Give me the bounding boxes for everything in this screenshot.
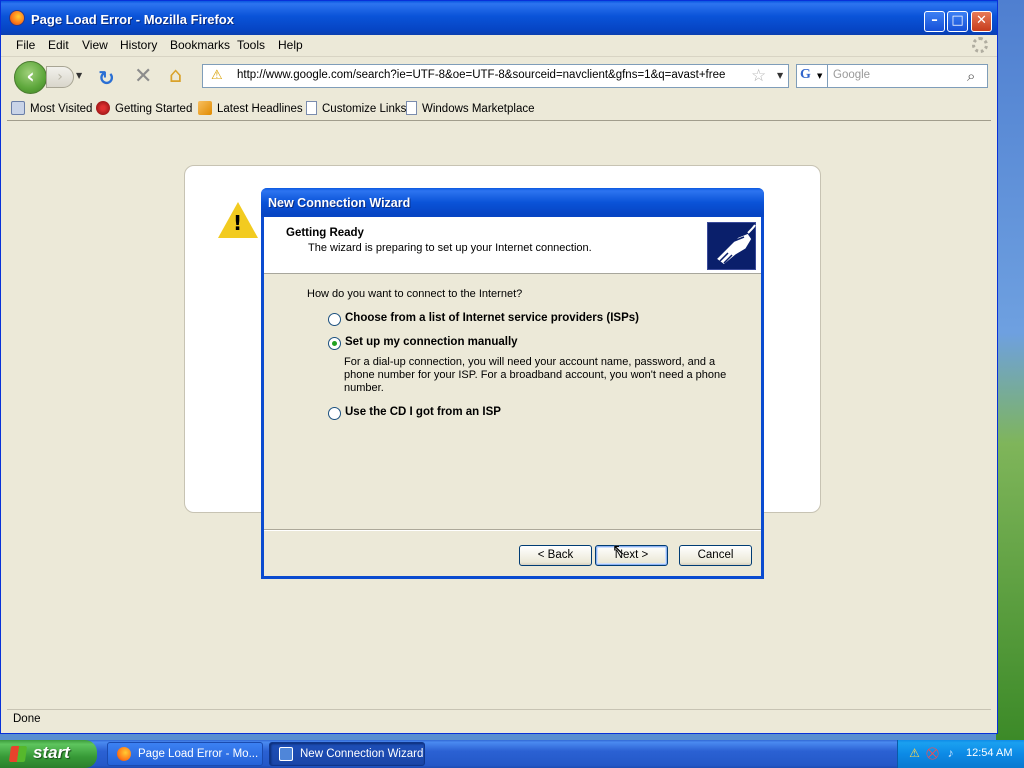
bookmark-label: Getting Started bbox=[115, 103, 193, 115]
wizard-icon bbox=[279, 747, 293, 761]
desktop-background bbox=[996, 0, 1024, 740]
new-connection-wizard-dialog: New Connection Wizard Getting Ready The … bbox=[261, 188, 764, 579]
bookmarks-toolbar: Most Visited Getting Started Latest Head… bbox=[1, 97, 997, 119]
bookmark-label: Most Visited bbox=[30, 103, 93, 115]
home-icon[interactable]: ⌂ bbox=[169, 63, 182, 87]
firefox-icon bbox=[117, 747, 131, 761]
bookmark-windows-marketplace[interactable]: Windows Marketplace bbox=[406, 101, 534, 115]
bookmark-latest-headlines[interactable]: Latest Headlines bbox=[198, 101, 303, 115]
menu-file[interactable]: File bbox=[16, 38, 35, 52]
page-icon bbox=[406, 101, 417, 115]
throbber-icon bbox=[972, 37, 988, 53]
option-label[interactable]: Set up my connection manually bbox=[345, 336, 518, 348]
star-icon[interactable]: ☆ bbox=[751, 66, 766, 86]
wizard-step-title: Getting Ready bbox=[286, 227, 364, 239]
bookmark-most-visited[interactable]: Most Visited bbox=[11, 101, 92, 115]
taskbar-wizard-button[interactable]: New Connection Wizard bbox=[269, 742, 425, 766]
search-input[interactable]: Google bbox=[827, 64, 988, 88]
manual-setup-description: For a dial-up connection, you will need … bbox=[344, 356, 727, 394]
navigation-toolbar: ‹ › ▼ ↻ ✕ ⌂ ⚠ http://www.google.com/sear… bbox=[1, 56, 997, 96]
menu-edit[interactable]: Edit bbox=[48, 38, 69, 52]
volume-icon[interactable]: ♪ bbox=[944, 746, 957, 760]
close-button[interactable]: ✕ bbox=[971, 11, 992, 32]
taskbar: start Page Load Error - Mo... New Connec… bbox=[0, 740, 1024, 768]
security-shield-icon[interactable]: ⛒ bbox=[926, 746, 939, 760]
radio-isp-cd[interactable] bbox=[328, 407, 341, 420]
url-bar[interactable]: ⚠ http://www.google.com/search?ie=UTF-8&… bbox=[202, 64, 789, 88]
status-text: Done bbox=[13, 713, 41, 725]
status-bar: Done bbox=[7, 709, 991, 729]
menu-view[interactable]: View bbox=[82, 38, 108, 52]
wizard-step-subtitle: The wizard is preparing to set up your I… bbox=[308, 242, 592, 254]
wizard-separator bbox=[264, 529, 761, 531]
firefox-logo-icon bbox=[9, 10, 25, 26]
url-text[interactable]: http://www.google.com/search?ie=UTF-8&oe… bbox=[237, 69, 725, 81]
menubar: File Edit View History Bookmarks Tools H… bbox=[1, 35, 997, 55]
folder-icon bbox=[11, 101, 25, 115]
rss-icon bbox=[198, 101, 212, 115]
task-label: New Connection Wizard bbox=[300, 748, 424, 760]
menu-help[interactable]: Help bbox=[278, 38, 303, 52]
site-warning-icon: ⚠ bbox=[211, 68, 223, 83]
firefox-bookmark-icon bbox=[96, 101, 110, 115]
back-button[interactable]: ‹ bbox=[14, 61, 47, 94]
menu-bookmarks[interactable]: Bookmarks bbox=[170, 38, 230, 52]
chevron-down-icon: ▼ bbox=[817, 72, 823, 80]
url-dropdown-icon[interactable]: ▼ bbox=[777, 71, 783, 80]
bookmark-label: Latest Headlines bbox=[217, 103, 303, 115]
search-icon[interactable]: ⌕ bbox=[967, 67, 975, 85]
stop-icon[interactable]: ✕ bbox=[134, 64, 152, 89]
task-label: Page Load Error - Mo... bbox=[138, 748, 259, 760]
start-label: start bbox=[33, 743, 70, 762]
warning-exclamation: ! bbox=[233, 211, 243, 235]
wizard-header: Getting Ready The wizard is preparing to… bbox=[264, 217, 761, 274]
connection-question: How do you want to connect to the Intern… bbox=[307, 288, 523, 300]
bookmark-label: Customize Links bbox=[322, 103, 407, 115]
mouse-cursor-icon: ↖ bbox=[612, 540, 626, 559]
page-icon bbox=[306, 101, 317, 115]
bookmark-customize-links[interactable]: Customize Links bbox=[306, 101, 406, 115]
bookmark-getting-started[interactable]: Getting Started bbox=[96, 101, 192, 115]
cancel-button[interactable]: Cancel bbox=[679, 545, 752, 566]
next-button[interactable]: Next > bbox=[595, 545, 668, 566]
window-title: Page Load Error - Mozilla Firefox bbox=[31, 12, 234, 27]
reload-icon[interactable]: ↻ bbox=[98, 66, 115, 90]
option-label[interactable]: Use the CD I got from an ISP bbox=[345, 406, 501, 418]
wizard-titlebar[interactable]: New Connection Wizard bbox=[261, 188, 764, 217]
system-tray: ⚠ ⛒ ♪ 12:54 AM bbox=[897, 740, 1024, 768]
radio-manual-setup[interactable] bbox=[328, 337, 341, 350]
menu-tools[interactable]: Tools bbox=[237, 38, 265, 52]
history-dropdown-icon[interactable]: ▼ bbox=[76, 71, 82, 80]
firefox-titlebar[interactable]: Page Load Error - Mozilla Firefox – □ ✕ bbox=[1, 1, 997, 35]
network-icon[interactable]: ⚠ bbox=[908, 746, 921, 760]
back-wizard-button[interactable]: < Back bbox=[519, 545, 592, 566]
start-button[interactable]: start bbox=[0, 740, 97, 768]
minimize-button[interactable]: – bbox=[924, 11, 945, 32]
menu-history[interactable]: History bbox=[120, 38, 157, 52]
taskbar-firefox-button[interactable]: Page Load Error - Mo... bbox=[107, 742, 263, 766]
windows-logo-icon bbox=[8, 746, 28, 762]
forward-button[interactable]: › bbox=[46, 66, 74, 88]
network-cable-icon bbox=[707, 222, 756, 270]
bookmark-label: Windows Marketplace bbox=[422, 103, 535, 115]
option-label[interactable]: Choose from a list of Internet service p… bbox=[345, 312, 639, 324]
maximize-button[interactable]: □ bbox=[947, 11, 968, 32]
clock[interactable]: 12:54 AM bbox=[966, 747, 1012, 759]
search-engine-button[interactable]: G ▼ bbox=[796, 64, 828, 88]
radio-choose-isp[interactable] bbox=[328, 313, 341, 326]
google-icon: G bbox=[800, 67, 811, 82]
